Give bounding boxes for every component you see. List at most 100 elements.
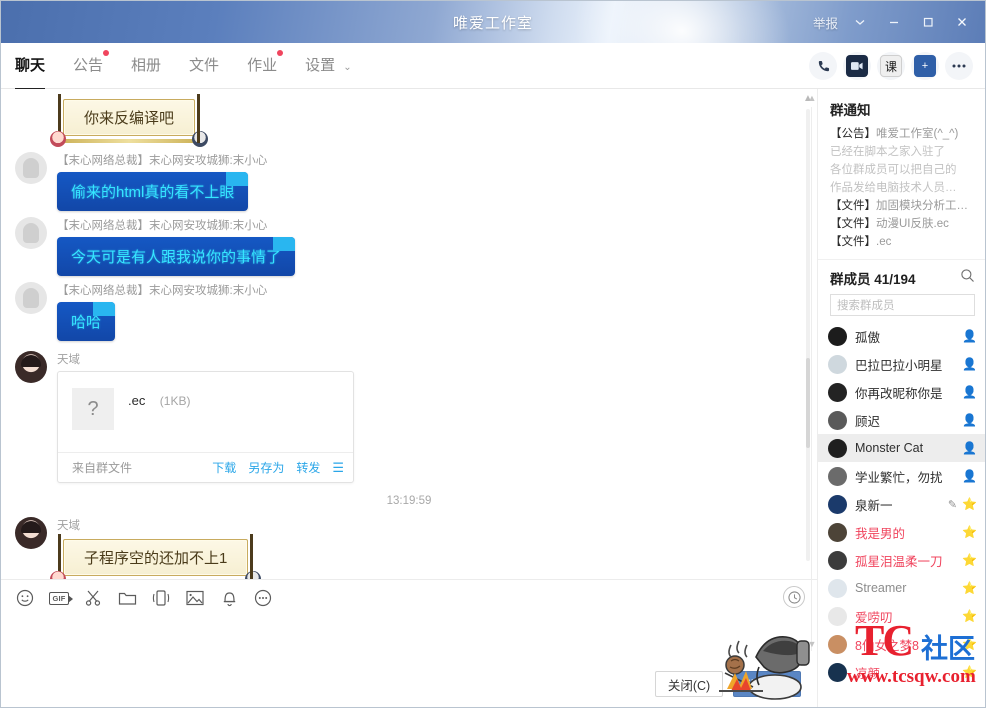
close-button[interactable] (945, 1, 979, 43)
group-side-panel: ▲ ▼ 群通知 【公告】唯爱工作室(^_^) 已经在脚本之家入驻了 各位群成员可… (808, 89, 985, 707)
message-bubble: 偷来的html真的看不上眼 (57, 172, 249, 211)
avatar (828, 438, 847, 458)
shake-icon[interactable] (151, 588, 171, 608)
member-badge-icon: 👤 (962, 441, 977, 455)
file-card[interactable]: ? .ec (1KB) 来自群文件 下载 另存为 转发 ☰ (57, 371, 354, 483)
member-badge-icon: ⭐ (962, 497, 977, 511)
avatar (828, 606, 847, 626)
video-call-icon[interactable] (843, 52, 871, 80)
member-badge-icon: ⭐ (962, 665, 977, 679)
avatar[interactable] (15, 152, 47, 184)
notice-line[interactable]: 【文件】.ec (830, 233, 975, 251)
search-icon[interactable] (960, 268, 975, 288)
notice-line[interactable]: 各位群成员可以把自己的 (830, 161, 975, 179)
more-icon[interactable] (945, 52, 973, 80)
side-panel-scrollbar[interactable]: ▲ ▼ (806, 89, 818, 707)
scroll-up-icon[interactable]: ▲ (806, 93, 818, 103)
avatar (828, 326, 847, 346)
chat-pane: 你来反编译吧 【末心网络总裁】末心网安攻城狮:末小心 偷来的html真的看不上眼 (1, 89, 817, 707)
list-item[interactable]: 泉新一 ✎ ⭐ (818, 490, 985, 518)
avatar (828, 354, 847, 374)
member-name: 学业繁忙，勿扰 (855, 470, 943, 485)
tab-settings[interactable]: 设置 ⌄ (305, 54, 352, 77)
tab-settings-label: 设置 (305, 57, 336, 74)
members-header: 群成员 41/194 (818, 259, 985, 294)
list-item[interactable]: Monster Cat 👤 (818, 434, 985, 462)
member-name: 爱唠叨 (855, 610, 893, 625)
message-bubble-kraft: 你来反编译吧 (50, 94, 209, 147)
message-item: 天域 子程序空的还加不上1 (1, 515, 817, 579)
kraft-chip-left (50, 571, 66, 579)
list-item[interactable]: Streamer ⭐ (818, 574, 985, 602)
minimize-button[interactable] (877, 1, 911, 43)
list-item[interactable]: 8仙女之梦8 ⭐ (818, 630, 985, 658)
list-item[interactable]: 我是男的 ⭐ (818, 518, 985, 546)
list-item[interactable]: 巴拉巴拉小明星 👤 (818, 350, 985, 378)
kraft-chip-left (50, 131, 66, 147)
notice-line[interactable]: 【文件】动漫UI反肤.ec (830, 215, 975, 233)
notice-text: 唯爱工作室(^_^) (876, 128, 959, 140)
forward-link[interactable]: 转发 (296, 459, 320, 476)
tab-album[interactable]: 相册 (131, 54, 161, 77)
list-item[interactable]: 顾迟 👤 (818, 406, 985, 434)
scroll-track (811, 107, 812, 651)
notice-tag: 【文件】 (830, 218, 876, 230)
notice-tag: 【文件】 (830, 236, 876, 248)
send-button[interactable]: 发送(S) (733, 671, 801, 697)
message-input-field[interactable] (1, 616, 817, 664)
message-item: 天域 ? .ec (1KB) 来自群文件 下载 另存为 转发 ☰ (1, 349, 817, 485)
more-tools-icon[interactable] (253, 588, 273, 608)
class-icon[interactable]: 课 (877, 52, 905, 80)
member-name: 我是男的 (855, 526, 906, 541)
tab-files[interactable]: 文件 (189, 54, 219, 77)
image-icon[interactable] (185, 588, 205, 608)
list-item[interactable]: 孤傲 👤 (818, 322, 985, 350)
group-notice-block: 群通知 【公告】唯爱工作室(^_^) 已经在脚本之家入驻了 各位群成员可以把自己… (818, 89, 985, 259)
edit-pencil-icon[interactable]: ✎ (948, 498, 957, 511)
message-item: 【末心网络总裁】末心网安攻城狮:末小心 偷来的html真的看不上眼 (1, 150, 817, 213)
avatar[interactable] (15, 351, 47, 383)
bell-icon[interactable] (219, 588, 239, 608)
add-member-icon[interactable]: + (911, 52, 939, 80)
folder-icon[interactable] (117, 588, 137, 608)
file-thumbnail-icon: ? (72, 388, 114, 430)
phone-icon[interactable] (809, 52, 837, 80)
gif-icon[interactable]: GIF (49, 588, 73, 608)
list-item[interactable]: 你再改昵称你是 👤 (818, 378, 985, 406)
notice-line[interactable]: 作品发给电脑技术人员… (830, 179, 975, 197)
message-bubble: 哈哈 (57, 302, 116, 341)
member-badge-icon: 👤 (962, 385, 977, 399)
chevron-down-icon[interactable] (843, 1, 877, 43)
notice-tag: 【公告】 (830, 128, 876, 140)
scroll-down-icon[interactable]: ▼ (806, 639, 818, 649)
chat-history-icon[interactable] (783, 586, 805, 608)
avatar (828, 466, 847, 486)
members-search-input[interactable]: 搜索群成员 (830, 294, 975, 316)
tab-homework[interactable]: 作业 (247, 50, 284, 77)
message-bubble: 今天可是有人跟我说你的事情了 (57, 237, 296, 276)
close-button[interactable]: 关闭(C) (655, 671, 723, 697)
list-item[interactable]: 凉颜 ⭐ (818, 658, 985, 686)
avatar[interactable] (15, 217, 47, 249)
emoji-icon[interactable] (15, 588, 35, 608)
avatar[interactable] (15, 282, 47, 314)
download-link[interactable]: 下载 (212, 459, 236, 476)
notice-text: 动漫UI反肤.ec (876, 218, 949, 230)
tab-chat[interactable]: 聊天 (15, 54, 46, 90)
list-item[interactable]: 学业繁忙，勿扰 👤 (818, 462, 985, 490)
file-source-label: 来自群文件 (72, 461, 133, 475)
notice-line[interactable]: 已经在脚本之家入驻了 (830, 143, 975, 161)
message-bubble-kraft: 子程序空的还加不上1 (50, 534, 262, 579)
tab-announcement[interactable]: 公告 (73, 50, 110, 77)
maximize-button[interactable] (911, 1, 945, 43)
save-as-link[interactable]: 另存为 (248, 459, 284, 476)
list-item[interactable]: 孤星泪温柔一刀 ⭐ (818, 546, 985, 574)
report-link[interactable]: 举报 (808, 13, 843, 32)
message-text: 子程序空的还加不上1 (84, 550, 228, 567)
list-item[interactable]: 爱唠叨 ⭐ (818, 602, 985, 630)
notice-line[interactable]: 【文件】加固模块分析工… (830, 197, 975, 215)
file-menu-icon[interactable]: ☰ (332, 460, 344, 476)
screenshot-icon[interactable] (83, 588, 103, 608)
avatar[interactable] (15, 517, 47, 549)
notice-line[interactable]: 【公告】唯爱工作室(^_^) (830, 125, 975, 143)
